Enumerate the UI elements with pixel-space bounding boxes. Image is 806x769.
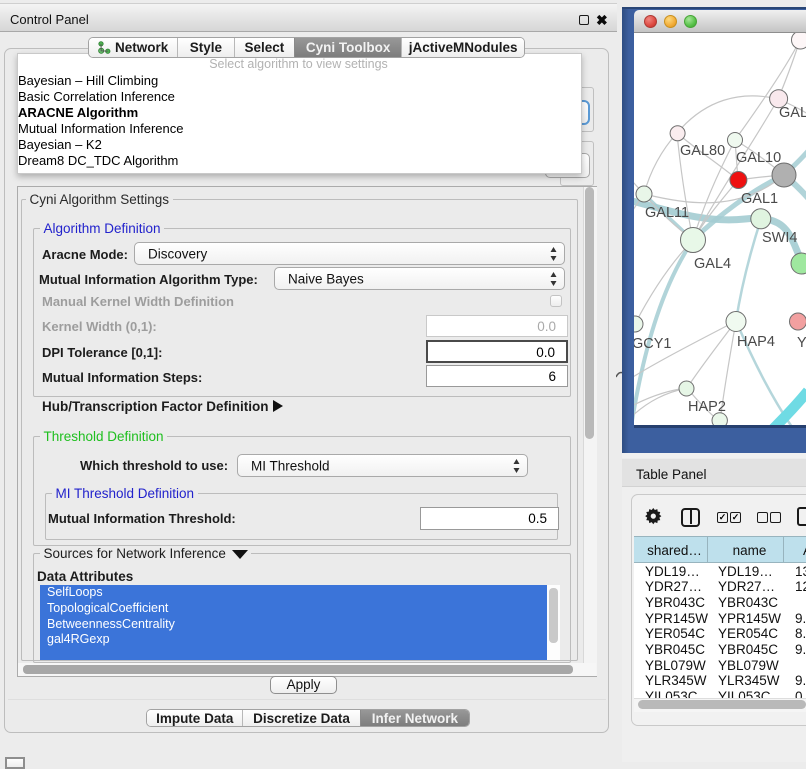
svg-text:GAL1: GAL1 (741, 191, 778, 207)
svg-text:GAL80: GAL80 (680, 143, 725, 159)
svg-text:GAL4: GAL4 (694, 256, 731, 272)
svg-text:GAL2: GAL2 (779, 105, 806, 121)
svg-text:SWI4: SWI4 (762, 230, 797, 246)
svg-text:YG: YG (797, 335, 806, 351)
svg-text:HAP4: HAP4 (737, 334, 775, 350)
svg-text:HAP2: HAP2 (688, 399, 726, 415)
svg-text:GAL10: GAL10 (736, 150, 781, 166)
svg-text:GAL11: GAL11 (645, 205, 689, 221)
svg-text:GCY1: GCY1 (634, 336, 672, 352)
